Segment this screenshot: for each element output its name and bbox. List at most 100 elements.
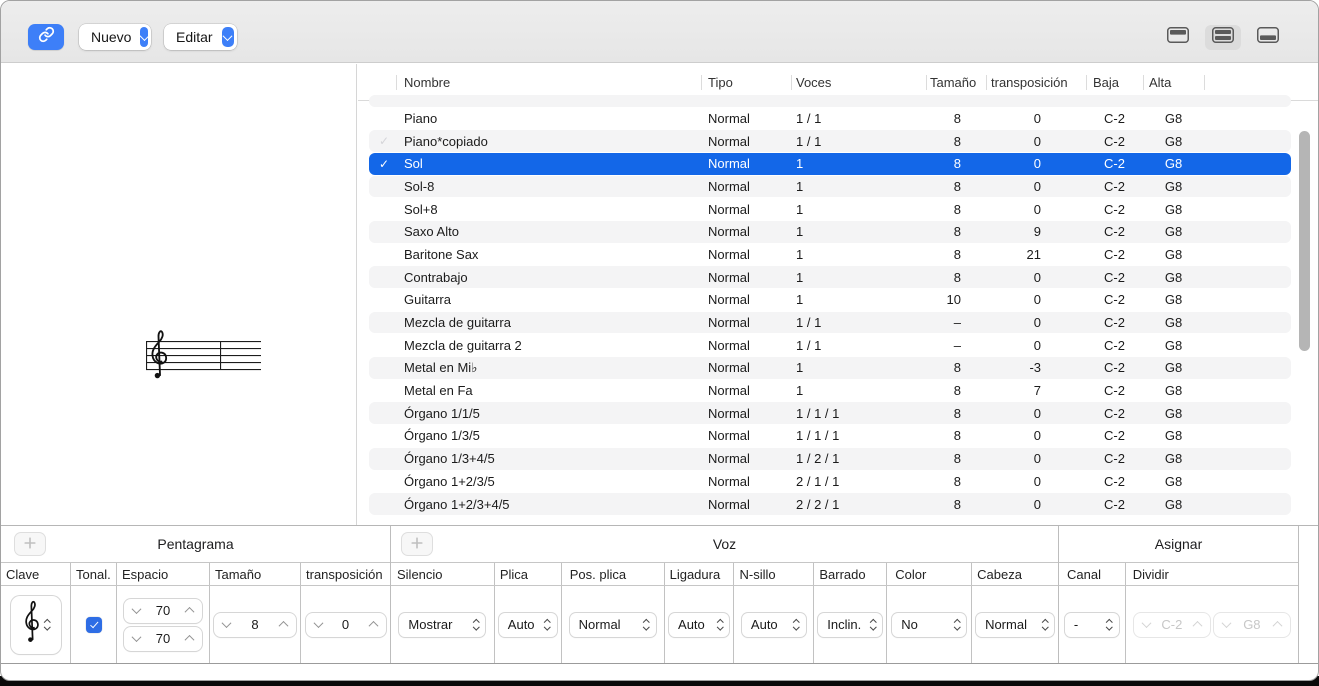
cell-tamano: 8 [953,224,961,240]
table-row[interactable]: Saxo Alto Normal 1 8 9 C-2 G8 [358,220,1318,243]
cell-transp: 0 [1033,269,1041,285]
cell-voces: 2 / 2 / 1 [796,496,840,512]
silencio-popup[interactable]: Mostrar [399,612,486,637]
table-row[interactable]: Sol-8 Normal 1 8 0 C-2 G8 [358,175,1318,198]
cell-alta: G8 [1164,405,1183,421]
chevron-up-down-icon [953,618,961,631]
add-voice-button[interactable] [402,533,432,555]
cell-transp: 0 [1033,292,1041,308]
table-row[interactable]: Órgano 1/1/5 Normal 1 / 1 / 1 8 0 C-2 G8 [358,402,1318,425]
table-row[interactable]: Órgano 1/3/5 Normal 1 / 1 / 1 8 0 C-2 G8 [358,425,1318,448]
vertical-scrollbar-thumb[interactable] [1299,131,1310,351]
add-staff-button[interactable] [15,533,45,555]
chevron-up-down-icon [1041,618,1048,631]
cell-alta: G8 [1164,156,1183,172]
chevron-up-down-icon [544,618,551,631]
dividir-high-value: G8 [1243,617,1261,632]
link-button[interactable] [28,24,64,50]
table-row[interactable]: ✓ Sol Normal 1 8 0 C-2 G8 [358,152,1318,175]
cell-alta: G8 [1164,428,1183,444]
link-icon [38,26,55,48]
cabeza-value: Normal [985,617,1027,632]
cell-alta: G8 [1164,178,1183,194]
canal-popup[interactable]: - [1064,612,1119,637]
cell-tipo: Normal [708,337,750,353]
cell-baja: C-2 [1104,383,1125,399]
table-row[interactable]: Órgano 1/3+4/5 Normal 1 / 2 / 1 8 0 C-2 G8 [358,447,1318,470]
cell-name: Piano [404,110,438,126]
table-row[interactable]: Guitarra Normal 1 10 0 C-2 G8 [358,289,1318,312]
cell-name: Órgano 1+2/3+4/5 [404,496,510,512]
table-row[interactable]: Mezcla de guitarra Normal 1 / 1 – 0 C-2 G8 [358,311,1318,334]
table-row[interactable]: Órgano 1+2/3/5 Normal 2 / 1 / 1 8 0 C-2 G8 [358,470,1318,493]
chevron-up-icon[interactable] [278,620,289,631]
cell-name: Sol [404,156,423,172]
cell-baja: C-2 [1104,337,1125,353]
cell-tamano: – [953,315,961,331]
edit-button[interactable]: Editar [164,24,237,50]
chevron-up-icon[interactable] [368,620,378,631]
cell-name: Órgano 1/3/5 [404,428,480,444]
new-button[interactable]: Nuevo [79,24,151,50]
tonal-checkbox[interactable] [85,616,102,633]
cell-tamano: 8 [953,269,961,285]
cell-alta: G8 [1164,110,1183,126]
chevron-up-icon[interactable] [184,606,195,617]
ligadura-popup[interactable]: Auto [669,612,730,637]
plica-popup[interactable]: Auto [498,612,557,637]
table-row[interactable]: Contrabajo Normal 1 8 0 C-2 G8 [358,266,1318,289]
label-pos-plica: Pos. plica [560,563,664,585]
table-row[interactable]: Sol+8 Normal 1 8 0 C-2 G8 [358,198,1318,221]
table-row[interactable]: Piano Normal 1 / 1 8 0 C-2 G8 [358,107,1318,130]
cell-voces: 1 [796,246,804,262]
cell-tipo: Normal [708,428,750,444]
cell-tamano: 10 [946,292,961,308]
chevron-up-down-icon [643,618,650,631]
cell-alta: G8 [1164,360,1183,376]
transposicion-stepper[interactable]: 0 [305,612,386,637]
clef-popup-button[interactable] [10,595,61,654]
tamano-stepper[interactable]: 8 [214,612,296,637]
inspector-panel: Pentagrama Clave Tonal. Espacio Tamaño t… [1,525,1318,664]
cabeza-popup[interactable]: Normal [976,612,1055,637]
espacio-stepper-1[interactable]: 70 [124,598,202,623]
table-row[interactable]: ✓ Piano*copiado Normal 1 / 1 8 0 C-2 G8 [358,130,1318,153]
table-row[interactable]: Baritone Sax Normal 1 8 21 C-2 G8 [358,243,1318,266]
barrado-popup[interactable]: Inclin. [818,612,883,637]
staff-preview [146,326,264,389]
nsillo-popup[interactable]: Auto [741,612,806,637]
chevron-up-down-icon [793,618,800,631]
cell-tamano: 8 [953,451,961,467]
view-top-pane-button[interactable] [1160,25,1196,50]
espacio-stepper-2[interactable]: 70 [124,626,202,651]
view-split-pane-button[interactable] [1205,25,1241,50]
cell-baja: C-2 [1104,428,1125,444]
color-popup[interactable]: No [892,612,967,637]
pentagrama-field-labels: Clave Tonal. Espacio Tamaño transposició… [1,562,390,586]
table-row[interactable]: Metal en Mi♭ Normal 1 8 -3 C-2 G8 [358,357,1318,380]
cell-transp: 0 [1033,451,1041,467]
cell-alta: G8 [1164,451,1183,467]
cell-baja: C-2 [1104,246,1125,262]
cell-voces: 1 [796,383,804,399]
cell-tipo: Normal [708,315,750,331]
cell-transp: 0 [1033,428,1041,444]
label-barrado: Barrado [813,563,886,585]
cell-transp: 0 [1033,133,1041,149]
chevron-up-icon[interactable] [184,634,195,645]
cell-alta: G8 [1164,496,1183,512]
cell-name: Mezcla de guitarra 2 [404,337,522,353]
cell-name: Saxo Alto [404,224,459,240]
table-row[interactable]: Mezcla de guitarra 2 Normal 1 / 1 – 0 C-2 G8 [358,334,1318,357]
silencio-value: Mostrar [408,617,453,632]
table-row[interactable]: Metal en Fa Normal 1 8 7 C-2 G8 [358,379,1318,402]
pos-plica-popup[interactable]: Normal [569,612,656,637]
table-row[interactable]: Órgano 1+2/3+4/5 Normal 2 / 2 / 1 8 0 C-2 G8 [358,493,1318,516]
chevron-down-icon [139,27,150,47]
cell-transp: 0 [1033,315,1041,331]
asignar-field-labels: Canal Dividir [1059,562,1298,586]
cell-tamano: 8 [953,110,961,126]
view-bottom-pane-button[interactable] [1250,25,1286,50]
cell-alta: G8 [1164,473,1183,489]
dividir-low-stepper: C-2 [1133,612,1210,637]
